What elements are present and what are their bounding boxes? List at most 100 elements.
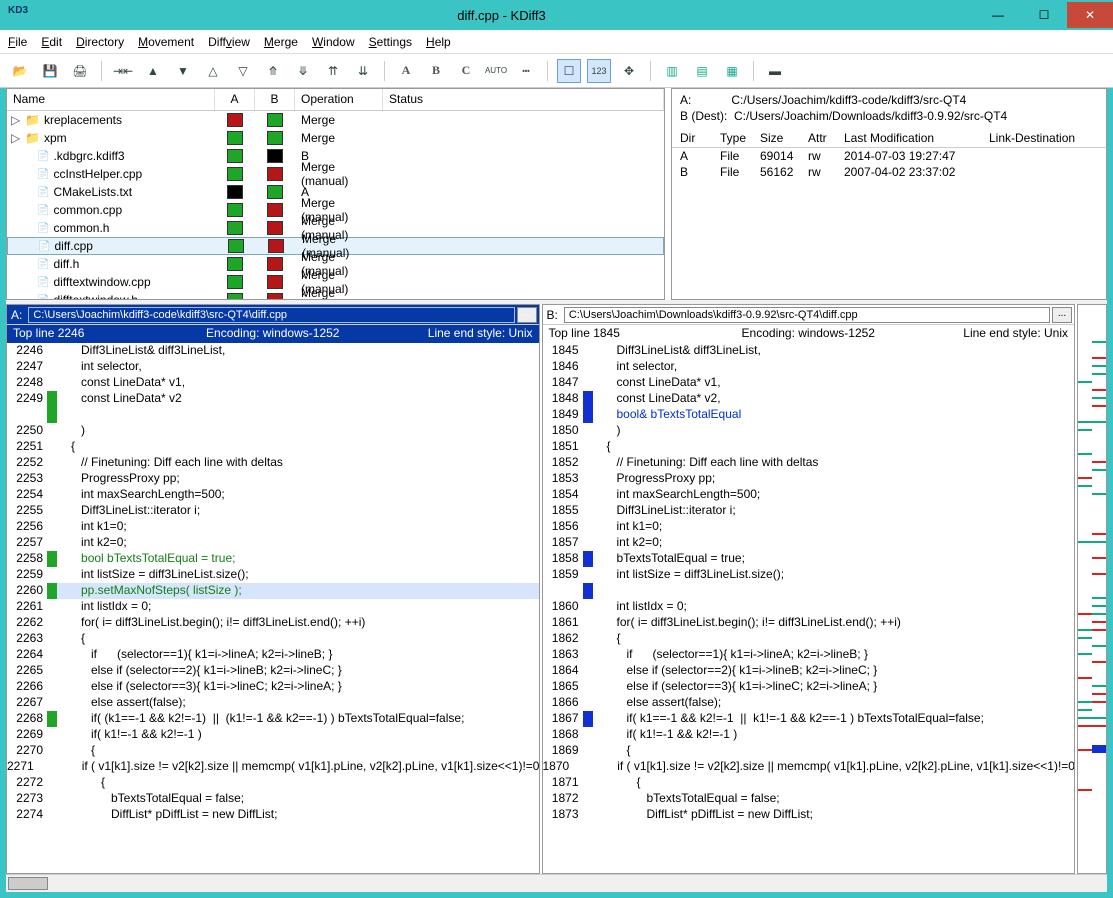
code-body-b[interactable]: 1845 Diff3LineList& diff3LineList,1846 i…: [543, 343, 1075, 873]
pane-b-browse-button[interactable]: ...: [1052, 307, 1072, 323]
code-line: 1860 int listIdx = 0;: [543, 599, 1075, 615]
tree-body[interactable]: ▷📁kreplacementsMerge▷📁xpmMerge📄.kdbgrc.k…: [7, 111, 664, 299]
ih-type[interactable]: Type: [720, 131, 760, 145]
code-line: 2262 for( i= diff3LineList.begin(); i!= …: [7, 615, 539, 631]
diff-overview-strip[interactable]: [1077, 304, 1107, 874]
menu-movement[interactable]: Movement: [138, 35, 194, 49]
code-line: 1847 const LineData* v1,: [543, 375, 1075, 391]
code-line: 2264 if (selector==1){ k1=i->lineA; k2=i…: [7, 647, 539, 663]
ih-link[interactable]: Link-Destination: [989, 131, 1075, 145]
code-line: 2250 ): [7, 423, 539, 439]
close-button[interactable]: ✕: [1067, 2, 1113, 28]
col-a[interactable]: A: [215, 89, 255, 110]
diff-pane-b: B: ... Top line 1845 Encoding: windows-1…: [542, 304, 1076, 874]
select-a-button[interactable]: A: [394, 59, 418, 83]
first-icon[interactable]: ⇈: [321, 59, 345, 83]
pane-b-topline: Top line 1845: [549, 326, 722, 342]
code-line: [7, 407, 539, 423]
code-line: 1865 else if (selector==3){ k1=i->lineC;…: [543, 679, 1075, 695]
info-row[interactable]: AFile69014rw2014-07-03 19:27:47: [672, 148, 1106, 164]
code-line: 2247 int selector,: [7, 359, 539, 375]
code-line: 2254 int maxSearchLength=500;: [7, 487, 539, 503]
menu-help[interactable]: Help: [426, 35, 451, 49]
code-line: 1866 else assert(false);: [543, 695, 1075, 711]
code-line: 1851{: [543, 439, 1075, 455]
menu-diffview[interactable]: Diffview: [208, 35, 250, 49]
wordwrap-icon[interactable]: ✥: [617, 59, 641, 83]
col-status[interactable]: Status: [383, 89, 664, 110]
menu-edit[interactable]: Edit: [41, 35, 62, 49]
code-line: 1850 ): [543, 423, 1075, 439]
up-diff-icon[interactable]: ▲: [141, 59, 165, 83]
down-icon[interactable]: ▽: [231, 59, 255, 83]
code-line: 2256 int k1=0;: [7, 519, 539, 535]
code-body-a[interactable]: 2246 Diff3LineList& diff3LineList,2247 i…: [7, 343, 539, 873]
open-icon[interactable]: 📂: [8, 59, 32, 83]
pane-b-label: B:: [543, 308, 562, 322]
pane-a-browse-button[interactable]: ...: [517, 307, 537, 323]
titlebar[interactable]: KD3 diff.cpp - KDiff3 — ☐ ✕: [0, 0, 1113, 30]
code-line: 2249 const LineData* v2: [7, 391, 539, 407]
select-c-button[interactable]: C: [454, 59, 478, 83]
code-line: 2263 {: [7, 631, 539, 647]
tree-row[interactable]: ▷📁xpmMerge: [7, 129, 664, 147]
unsolved-icon[interactable]: ┅: [514, 59, 538, 83]
menu-directory[interactable]: Directory: [76, 35, 124, 49]
split-b-icon[interactable]: ▤: [690, 59, 714, 83]
diff-pane-a: A: ... Top line 2246 Encoding: windows-1…: [6, 304, 540, 874]
split-c-icon[interactable]: ▦: [720, 59, 744, 83]
goto-diff-icon[interactable]: ⇥⇤: [111, 59, 135, 83]
last-icon[interactable]: ⇊: [351, 59, 375, 83]
down-diff-icon[interactable]: ▼: [171, 59, 195, 83]
pane-a-topline: Top line 2246: [13, 326, 186, 342]
ih-size[interactable]: Size: [760, 131, 808, 145]
code-line: 2257 int k2=0;: [7, 535, 539, 551]
show-whitespace-button[interactable]: ☐: [557, 59, 581, 83]
tree-row[interactable]: ▷📁kreplacementsMerge: [7, 111, 664, 129]
code-line: 1849 bool& bTextsTotalEqual: [543, 407, 1075, 423]
content-area: Name A B Operation Status ▷📁kreplacement…: [6, 88, 1107, 892]
code-line: 2261 int listIdx = 0;: [7, 599, 539, 615]
up-icon[interactable]: △: [201, 59, 225, 83]
show-linenums-button[interactable]: 123: [587, 59, 611, 83]
code-line: 1864 else if (selector==2){ k1=i->lineB;…: [543, 663, 1075, 679]
toggle-icon[interactable]: ▬: [763, 59, 787, 83]
code-line: 2273 bTextsTotalEqual = false;: [7, 791, 539, 807]
info-row[interactable]: BFile56162rw2007-04-02 23:37:02: [672, 164, 1106, 180]
tree-row[interactable]: 📄difftextwindow.hMerge (manual): [7, 291, 664, 299]
menu-settings[interactable]: Settings: [369, 35, 412, 49]
minimize-button[interactable]: —: [975, 2, 1021, 28]
app-window: KD3 diff.cpp - KDiff3 — ☐ ✕ File Edit Dire…: [0, 0, 1113, 898]
code-line: 2267 else assert(false);: [7, 695, 539, 711]
select-b-button[interactable]: B: [424, 59, 448, 83]
auto-icon[interactable]: AUTO: [484, 59, 508, 83]
up-all-icon[interactable]: ⤊: [261, 59, 285, 83]
col-op[interactable]: Operation: [295, 89, 383, 110]
pane-a-path-input[interactable]: [28, 307, 514, 323]
code-line: 1859 int listSize = diff3LineList.size()…: [543, 567, 1075, 583]
menu-window[interactable]: Window: [312, 35, 355, 49]
menu-merge[interactable]: Merge: [264, 35, 298, 49]
pane-b-eol: Line end style: Unix: [895, 326, 1068, 342]
ih-attr[interactable]: Attr: [808, 131, 844, 145]
col-name[interactable]: Name: [7, 89, 215, 110]
pane-b-path-input[interactable]: [564, 307, 1050, 323]
col-b[interactable]: B: [255, 89, 295, 110]
ih-mod[interactable]: Last Modification: [844, 131, 989, 145]
pane-a-eol: Line end style: Unix: [359, 326, 532, 342]
maximize-button[interactable]: ☐: [1021, 2, 1067, 28]
split-a-icon[interactable]: ▥: [660, 59, 684, 83]
file-info-pane: A: C:/Users/Joachim/kdiff3-code/kdiff3/s…: [671, 88, 1107, 300]
print-icon[interactable]: 🖨: [68, 59, 92, 83]
app-icon: KD3: [8, 5, 28, 25]
menu-file[interactable]: File: [8, 35, 27, 49]
save-icon[interactable]: 💾: [38, 59, 62, 83]
down-all-icon[interactable]: ⤋: [291, 59, 315, 83]
ih-dir[interactable]: Dir: [680, 131, 720, 145]
code-line: 2269 if( k1!=-1 && k2!=-1 ): [7, 727, 539, 743]
code-line: 1863 if (selector==1){ k1=i->lineA; k2=i…: [543, 647, 1075, 663]
tree-row[interactable]: 📄ccInstHelper.cppMerge (manual): [7, 165, 664, 183]
code-line: 2265 else if (selector==2){ k1=i->lineB;…: [7, 663, 539, 679]
code-line: 2259 int listSize = diff3LineList.size()…: [7, 567, 539, 583]
horizontal-scrollbar[interactable]: [6, 874, 1107, 892]
